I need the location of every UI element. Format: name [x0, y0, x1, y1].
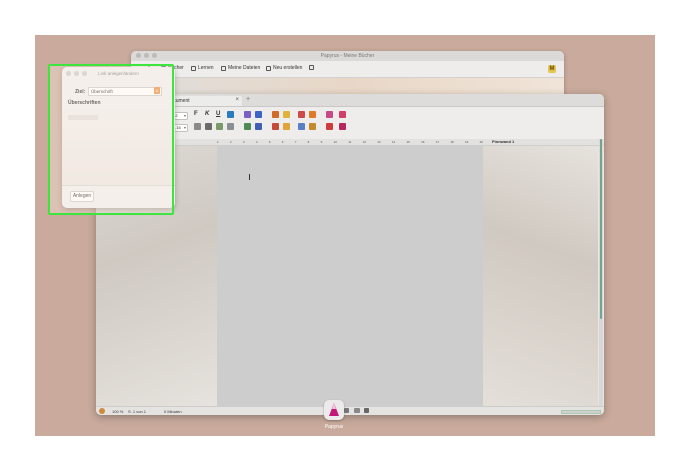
ruler-number: 8 [307, 140, 310, 144]
ruler-number: 12 [362, 140, 366, 144]
ruler-numbers: 1 2 3 4 5 6 7 8 9 10 11 12 13 14 15 16 1… [217, 139, 483, 145]
ruler-number: 1 [217, 140, 219, 144]
highlight-overlay [48, 64, 174, 215]
ruler-number: 3 [242, 140, 245, 144]
book-icon[interactable] [216, 123, 223, 130]
ebook-icon[interactable] [339, 123, 346, 130]
ruler-number: 10 [333, 140, 337, 144]
chevron-down-icon: ▾ [183, 113, 186, 118]
status-page: S. 1 von 1 [128, 409, 147, 414]
search-icon[interactable] [272, 111, 279, 118]
people-icon[interactable] [255, 123, 262, 130]
ruler-number: 9 [320, 140, 323, 144]
pdf-icon[interactable] [326, 123, 333, 130]
view-mode-icon[interactable] [354, 408, 360, 413]
image-icon[interactable] [194, 123, 201, 130]
link-icon[interactable] [244, 111, 251, 118]
ruler-number: 5 [268, 140, 271, 144]
chat-icon[interactable] [255, 111, 262, 118]
ruler-number: 13 [377, 140, 381, 144]
ruler-number: 7 [294, 140, 297, 144]
vertical-scrollbar[interactable] [599, 139, 603, 406]
papyrus-logo-icon [329, 403, 339, 416]
ruler-number: 17 [435, 140, 440, 144]
ruler-number: 4 [255, 140, 258, 144]
toolbar-learn-button[interactable]: Lernen [191, 65, 214, 71]
back-window-title: Papyrus - Meine Bücher [320, 53, 375, 59]
map-icon[interactable] [272, 123, 279, 130]
new-document-icon [266, 65, 271, 71]
ruler-number: 19 [464, 140, 469, 144]
dock-papyrus-app[interactable] [324, 400, 344, 420]
user-avatar[interactable]: M [548, 65, 556, 73]
ruler-number: 11 [348, 140, 352, 144]
ruler-number: 15 [406, 140, 410, 144]
layout-icon[interactable] [227, 123, 234, 130]
tab-close-icon[interactable]: × [235, 97, 239, 103]
compass-icon[interactable] [339, 111, 346, 118]
statistics-icon[interactable] [309, 111, 316, 118]
people-status-icon[interactable] [364, 408, 369, 413]
chart-icon[interactable] [298, 111, 305, 118]
text-color-icon[interactable] [227, 111, 234, 118]
chevron-down-icon: ▾ [183, 125, 186, 130]
text-cursor [249, 174, 250, 180]
status-progress-bar [561, 410, 601, 414]
document-background-right [483, 146, 598, 406]
ruler-number: 20 [479, 140, 483, 144]
underline-button[interactable]: U [216, 111, 220, 117]
table-icon[interactable] [205, 123, 212, 130]
ruler-right-label: Pinnwand 1 [492, 139, 515, 144]
status-menu-icon[interactable] [99, 408, 105, 414]
research-icon[interactable] [298, 123, 305, 130]
toolbar-new-button[interactable]: Neu erstellen [266, 65, 302, 71]
bookmark-icon [309, 65, 314, 70]
ruler-number: 18 [450, 140, 454, 144]
timeline-icon[interactable] [283, 123, 290, 130]
scrollbar-thumb[interactable] [600, 139, 602, 319]
status-zoom[interactable]: 100 % [112, 409, 123, 414]
ruler-number: 6 [281, 140, 284, 144]
note-icon[interactable] [283, 111, 290, 118]
figure-icon[interactable] [244, 123, 251, 130]
status-time: 0 Minuten [164, 409, 182, 414]
files-icon [221, 65, 226, 71]
edit-icon[interactable] [344, 408, 349, 413]
folder-icon[interactable] [309, 123, 316, 130]
learn-icon [191, 65, 196, 71]
toolbar-files-button[interactable]: Meine Dateien [221, 65, 260, 71]
italic-button[interactable]: K [205, 111, 209, 117]
toolbar-bookmark-button[interactable] [309, 65, 314, 70]
status-bar: 100 % S. 1 von 1 0 Minuten [96, 406, 604, 415]
ruler-number: 14 [391, 140, 396, 144]
target-icon[interactable] [326, 111, 333, 118]
add-tab-button[interactable]: + [246, 96, 250, 103]
ruler-number: 2 [229, 140, 232, 144]
back-window-toolbar: Bücher Lernen Meine Dateien Neu erstelle… [131, 61, 564, 78]
document-page[interactable] [217, 146, 483, 406]
bold-button[interactable]: F [194, 111, 198, 117]
dock-app-label: Papyrus [324, 424, 344, 430]
ruler-number: 16 [421, 140, 425, 144]
